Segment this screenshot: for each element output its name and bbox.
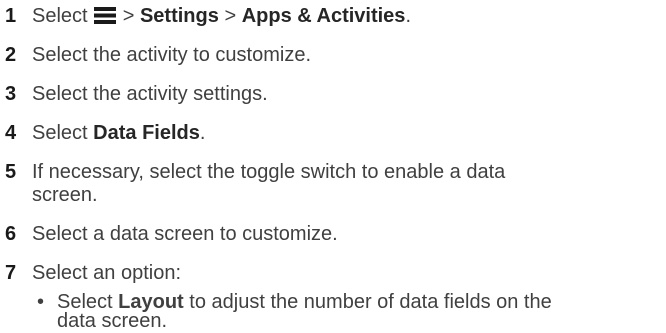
step-text: Select a data screen to customize. — [32, 223, 338, 245]
step-text-line-2: screen. — [32, 184, 98, 206]
step-number: 7 — [5, 262, 17, 284]
step-text: Select an option: — [32, 262, 181, 284]
step-number: 6 — [5, 223, 17, 245]
menu-icon — [94, 7, 117, 24]
step-number: 2 — [5, 44, 17, 66]
option-text-line-2: data screen. — [57, 310, 168, 332]
step-number: 3 — [5, 83, 17, 105]
step-number: 4 — [5, 122, 17, 144]
step-text: Select the activity settings. — [32, 83, 268, 105]
step-text: Select Data Fields. — [32, 122, 206, 144]
step-number: 5 — [5, 161, 17, 183]
bullet-icon: • — [37, 291, 45, 313]
document-page: 1 Select > Settings > Apps & Activities.… — [0, 0, 666, 332]
step-text: If necessary, select the toggle switch t… — [32, 161, 506, 183]
step-number: 1 — [5, 5, 17, 27]
step-text: Select > Settings > Apps & Activities. — [32, 5, 411, 27]
step-text: Select the activity to customize. — [32, 44, 312, 66]
